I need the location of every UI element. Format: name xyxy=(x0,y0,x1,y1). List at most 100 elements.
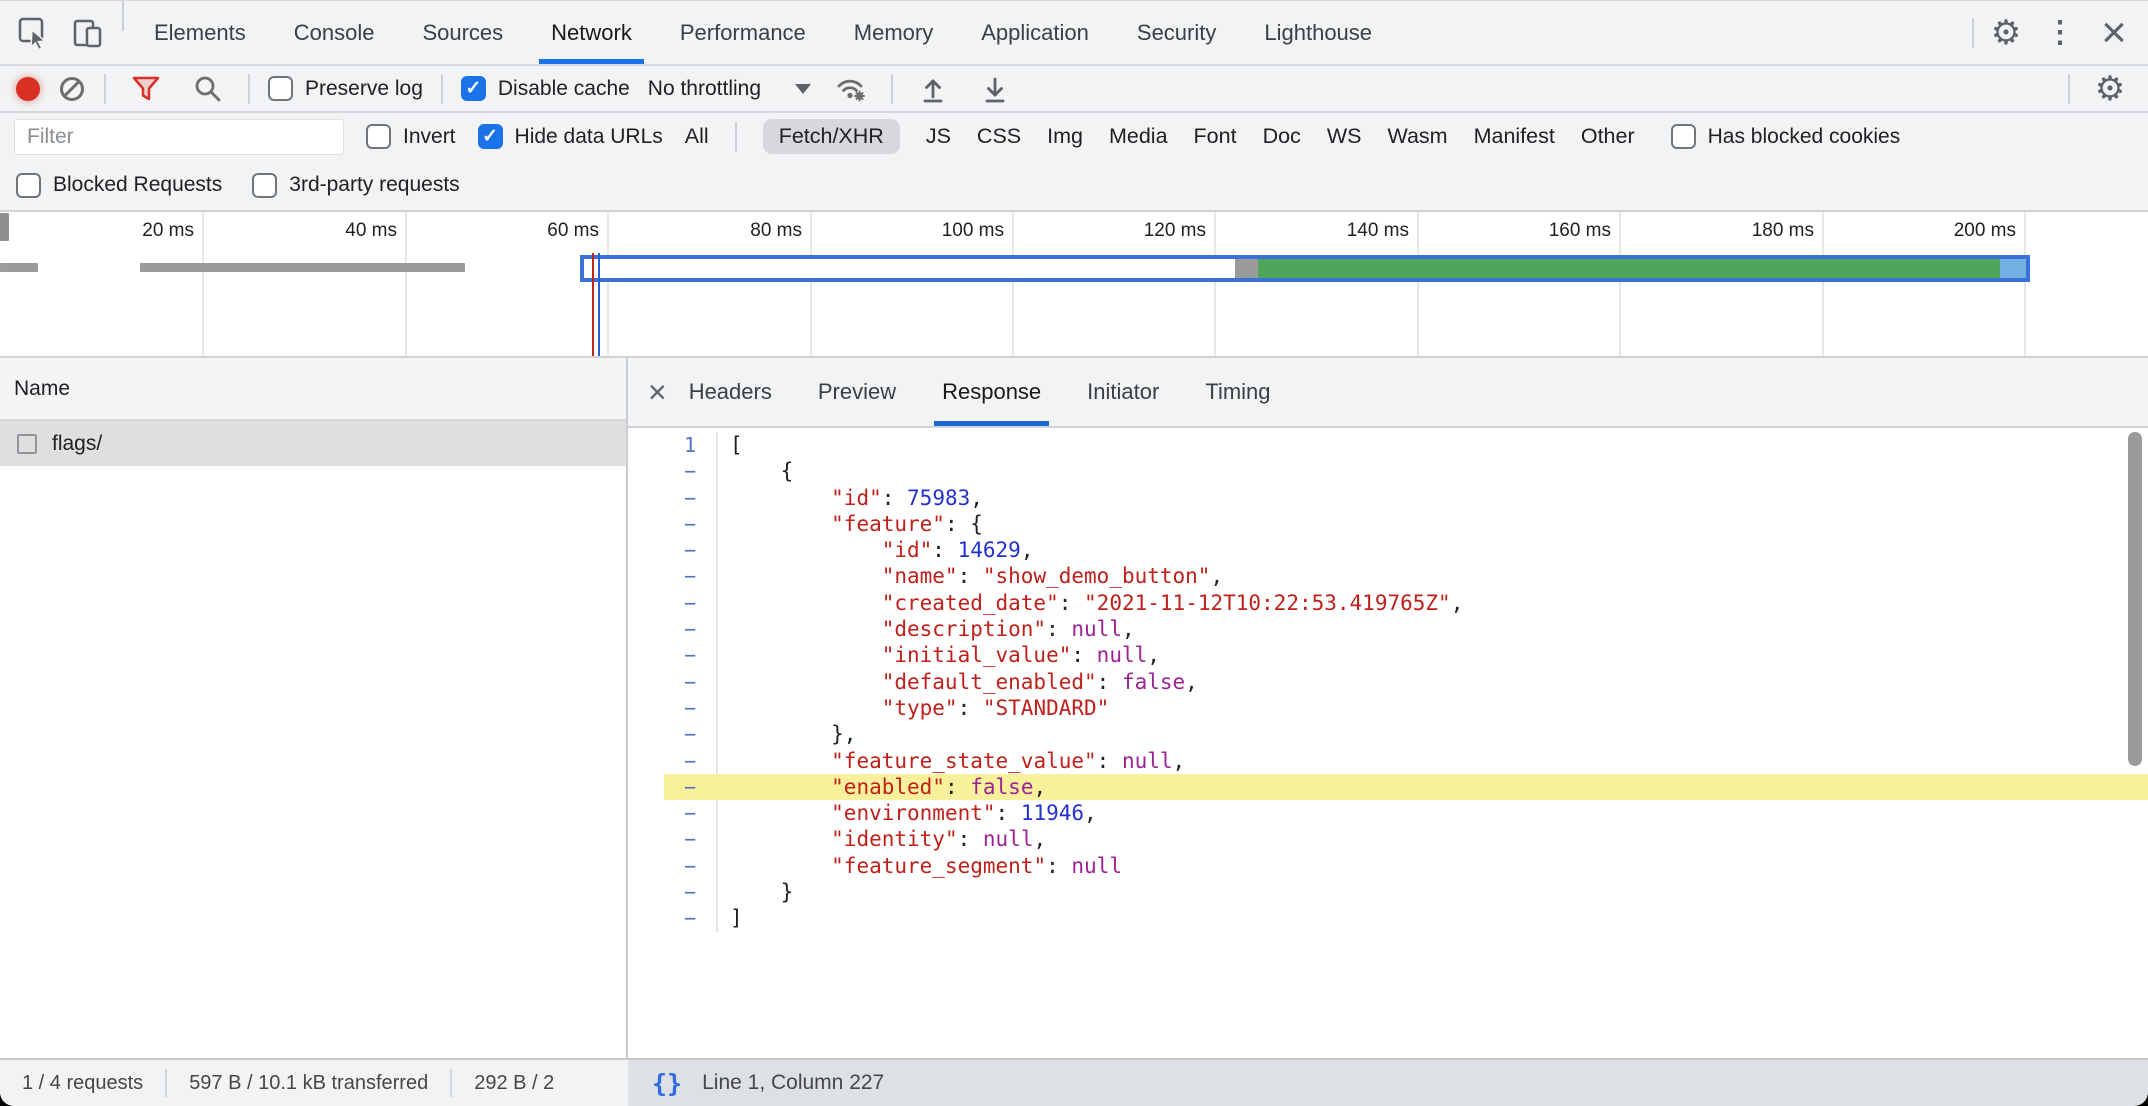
checkbox-unchecked[interactable] xyxy=(268,76,293,101)
fold-marker-icon[interactable]: − xyxy=(628,721,718,747)
detail-tab-headers[interactable]: Headers xyxy=(681,358,780,426)
code-content: "identity": null, xyxy=(718,826,1046,852)
filter-funnel-icon[interactable] xyxy=(124,67,168,111)
filter-type-js[interactable]: JS xyxy=(926,124,951,149)
detail-tab-timing[interactable]: Timing xyxy=(1197,358,1278,426)
waterfall-segment xyxy=(584,259,1235,278)
checkbox-checked[interactable] xyxy=(478,124,503,149)
code-content: [ xyxy=(718,432,743,458)
tab-lighthouse[interactable]: Lighthouse xyxy=(1240,1,1396,64)
code-line-7: − "created_date": "2021-11-12T10:22:53.4… xyxy=(628,590,2148,616)
fold-marker-icon[interactable]: − xyxy=(628,511,718,537)
fold-marker-icon[interactable]: − xyxy=(628,800,718,826)
filter-type-media[interactable]: Media xyxy=(1109,124,1168,149)
filter-type-ws[interactable]: WS xyxy=(1327,124,1362,149)
fold-marker-icon[interactable]: − xyxy=(628,563,718,589)
timeline-gridline xyxy=(202,212,204,356)
request-bar-clipped xyxy=(0,213,9,241)
filter-type-font[interactable]: Font xyxy=(1194,124,1237,149)
filter-input[interactable] xyxy=(14,119,344,155)
fold-marker-icon[interactable]: − xyxy=(628,590,718,616)
search-icon[interactable] xyxy=(186,67,230,111)
fold-marker-icon[interactable]: − xyxy=(628,669,718,695)
timeline-tick-label: 20 ms xyxy=(44,220,194,242)
code-line-11: − "type": "STANDARD" xyxy=(628,695,2148,721)
fold-marker-icon[interactable]: − xyxy=(628,774,718,800)
detail-tab-response[interactable]: Response xyxy=(934,358,1049,426)
fold-marker-icon[interactable]: − xyxy=(628,748,718,774)
blocked-requests-checkbox[interactable]: Blocked Requests xyxy=(16,173,222,198)
third-party-requests-checkbox[interactable]: 3rd-party requests xyxy=(252,173,459,198)
checkbox-unchecked[interactable] xyxy=(1671,124,1696,149)
filter-type-all[interactable]: All xyxy=(685,124,709,149)
code-line-2: − { xyxy=(628,458,2148,484)
hide-data-urls-checkbox[interactable]: Hide data URLs xyxy=(478,124,663,149)
close-detail-icon[interactable]: × xyxy=(648,358,667,426)
filter-type-fetch-xhr[interactable]: Fetch/XHR xyxy=(763,119,900,154)
close-devtools-icon[interactable]: × xyxy=(2092,11,2136,55)
filter-type-manifest[interactable]: Manifest xyxy=(1474,124,1555,149)
fold-marker-icon[interactable]: − xyxy=(628,616,718,642)
tab-performance[interactable]: Performance xyxy=(656,1,830,64)
network-overview-timeline[interactable]: 20 ms40 ms60 ms80 ms100 ms120 ms140 ms16… xyxy=(0,212,2148,358)
code-line-4: − "feature": { xyxy=(628,511,2148,537)
fold-marker-icon[interactable]: − xyxy=(628,695,718,721)
export-har-icon[interactable] xyxy=(973,67,1017,111)
network-conditions-icon[interactable] xyxy=(829,67,873,111)
waterfall-segment xyxy=(1235,259,1258,278)
tab-elements[interactable]: Elements xyxy=(130,1,270,64)
pretty-print-braces-icon[interactable]: {} xyxy=(652,1071,682,1096)
code-content: "default_enabled": false, xyxy=(718,669,1198,695)
detail-tab-preview[interactable]: Preview xyxy=(810,358,904,426)
code-content: "description": null, xyxy=(718,616,1135,642)
fold-marker-icon[interactable]: − xyxy=(628,485,718,511)
filter-type-img[interactable]: Img xyxy=(1047,124,1083,149)
tab-memory[interactable]: Memory xyxy=(830,1,957,64)
checkbox-unchecked[interactable] xyxy=(366,124,391,149)
name-column-header[interactable]: Name xyxy=(0,358,626,421)
status-segment: 597 B / 10.1 kB transferred xyxy=(167,1072,450,1095)
fold-marker-icon[interactable]: − xyxy=(628,642,718,668)
invert-checkbox[interactable]: Invert xyxy=(366,124,456,149)
request-row-flags[interactable]: flags/ xyxy=(0,421,626,466)
tab-application[interactable]: Application xyxy=(957,1,1113,64)
more-options-icon[interactable]: ⋮ xyxy=(2038,11,2082,55)
filter-type-other[interactable]: Other xyxy=(1581,124,1635,149)
filter-type-doc[interactable]: Doc xyxy=(1263,124,1301,149)
fold-marker-icon[interactable]: − xyxy=(628,905,718,931)
detail-tabbar: × Headers Preview Response Initiator Timing xyxy=(628,358,2148,428)
checkbox-checked[interactable] xyxy=(461,76,486,101)
clear-network-log-icon[interactable] xyxy=(58,75,86,103)
tab-console[interactable]: Console xyxy=(270,1,399,64)
fold-marker-icon[interactable]: − xyxy=(628,826,718,852)
network-settings-gear-icon[interactable]: ⚙ xyxy=(2088,67,2132,111)
tab-network[interactable]: Network xyxy=(527,1,656,64)
checkbox-unchecked[interactable] xyxy=(16,173,41,198)
has-blocked-cookies-label: Has blocked cookies xyxy=(1708,125,1901,149)
disable-cache-checkbox[interactable]: Disable cache xyxy=(461,76,630,101)
timeline-gridline xyxy=(1619,212,1621,356)
filter-type-wasm[interactable]: Wasm xyxy=(1387,124,1447,149)
record-network-log-button[interactable] xyxy=(16,77,40,101)
fold-marker-icon[interactable]: − xyxy=(628,458,718,484)
fold-marker-icon[interactable]: − xyxy=(628,537,718,563)
detail-tab-initiator[interactable]: Initiator xyxy=(1079,358,1167,426)
filter-type-css[interactable]: CSS xyxy=(977,124,1021,149)
tab-sources[interactable]: Sources xyxy=(398,1,527,64)
settings-gear-icon[interactable]: ⚙ xyxy=(1984,11,2028,55)
preserve-log-checkbox[interactable]: Preserve log xyxy=(268,76,423,101)
device-toolbar-icon[interactable] xyxy=(66,11,110,55)
selected-request-waterfall-bar[interactable] xyxy=(580,255,2030,282)
import-har-icon[interactable] xyxy=(911,67,955,111)
checkbox-unchecked[interactable] xyxy=(252,173,277,198)
fold-marker-icon[interactable]: − xyxy=(628,879,718,905)
fold-marker-icon[interactable]: − xyxy=(628,853,718,879)
throttling-select[interactable]: No throttling xyxy=(648,77,811,101)
timeline-tick-label: 160 ms xyxy=(1461,220,1611,242)
network-filter-bar: Invert Hide data URLs All Fetch/XHR JS CSS I… xyxy=(0,113,2148,160)
has-blocked-cookies-checkbox[interactable]: Has blocked cookies xyxy=(1671,124,1901,149)
inspect-element-icon[interactable] xyxy=(12,11,56,55)
code-content: "feature_segment": null xyxy=(718,853,1122,879)
editor-scrollbar[interactable] xyxy=(2128,432,2142,766)
tab-security[interactable]: Security xyxy=(1113,1,1240,64)
